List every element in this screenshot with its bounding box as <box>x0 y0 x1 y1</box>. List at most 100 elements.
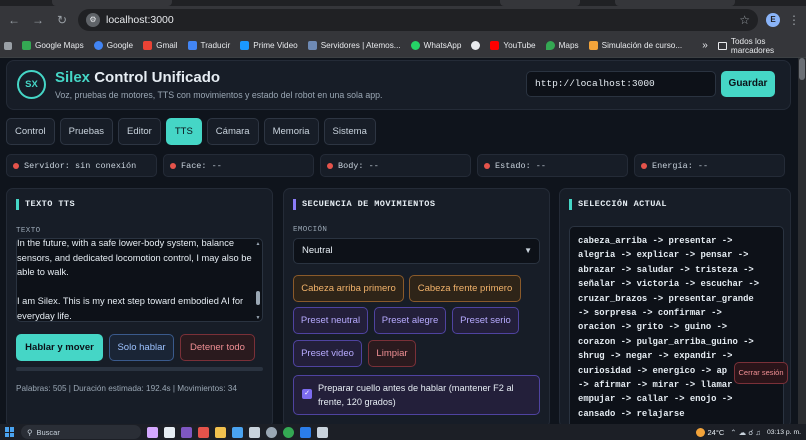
sun-icon <box>695 427 705 437</box>
head-up-first-button[interactable]: Cabeza arriba primero <box>293 275 404 302</box>
apps-icon[interactable] <box>4 41 12 50</box>
emotion-select[interactable]: Neutral ▼ <box>293 238 540 264</box>
main-tabs: Control Pruebas Editor TTS Cámara Memori… <box>6 118 376 145</box>
status-dot-icon <box>13 162 19 169</box>
status-server: Servidor: sin conexión <box>6 154 157 177</box>
bookmark-item[interactable]: Traducir <box>187 41 230 50</box>
taskbar-app-icon[interactable] <box>266 426 277 438</box>
scroll-down-icon[interactable]: ▼ <box>255 315 261 321</box>
page-scrollbar[interactable] <box>798 58 806 424</box>
textarea-scrollbar[interactable]: ▲ ▼ <box>255 241 261 321</box>
tts-text[interactable]: In the future, with a safe lower-body sy… <box>17 239 253 321</box>
bookmark-star-icon[interactable]: ☆ <box>739 13 750 27</box>
taskbar: ⚲ Buscar 24°C ⌃ ☁ ☌ ♫ 03:13 p. m. <box>0 424 806 440</box>
server-url-input[interactable]: http://localhost:3000 <box>526 71 716 97</box>
page-title: Silex Control Unificado <box>55 69 220 86</box>
head-front-first-button[interactable]: Cabeza frente primero <box>409 275 521 302</box>
status-dot-icon <box>484 162 490 169</box>
status-row: Servidor: sin conexión Face: -- Body: --… <box>6 154 785 177</box>
menu-icon[interactable]: ⋮ <box>788 13 800 27</box>
tab-strip <box>0 0 806 6</box>
bookmark-item[interactable]: Google Maps <box>22 41 84 50</box>
app-viewport: SX Silex Control Unificado Voz, pruebas … <box>0 58 798 424</box>
bookmark-favicon-icon <box>22 41 31 50</box>
profile-avatar[interactable]: E <box>766 13 780 27</box>
vscode-icon[interactable] <box>300 426 311 438</box>
preset-serious-button[interactable]: Preset serio <box>452 307 519 334</box>
speak-only-button[interactable]: Solo hablar <box>109 334 174 361</box>
taskbar-app-icon[interactable] <box>249 426 260 438</box>
status-body: Body: -- <box>320 154 471 177</box>
scroll-up-icon[interactable]: ▲ <box>255 241 261 247</box>
bookmark-item[interactable]: Maps <box>545 41 579 50</box>
site-info-icon[interactable]: ⚙ <box>86 13 100 27</box>
taskbar-app-icon[interactable] <box>164 426 175 438</box>
prepare-neck-option[interactable]: ✓ Preparar cuello antes de hablar (mante… <box>293 375 540 415</box>
bookmark-item[interactable]: Simulación de curso... <box>588 41 682 50</box>
system-tray[interactable]: ⌃ ☁ ☌ ♫ <box>730 428 761 437</box>
browser-tab[interactable] <box>52 0 172 6</box>
clock[interactable]: 03:13 p. m. <box>767 429 801 436</box>
tab-tts[interactable]: TTS <box>165 118 202 145</box>
checkbox-checked-icon[interactable]: ✓ <box>302 389 312 399</box>
scroll-thumb[interactable] <box>256 291 260 305</box>
browser-toolbar: ← → ↻ ⚙ localhost:3000 ☆ E ⋮ <box>0 6 806 34</box>
file-explorer-icon[interactable] <box>215 426 226 438</box>
bookmark-favicon-icon <box>143 41 153 50</box>
bookmark-favicon-icon <box>187 41 197 50</box>
weather-widget[interactable]: 24°C <box>695 427 724 437</box>
tab-editor[interactable]: Editor <box>118 118 161 145</box>
tab-sistema[interactable]: Sistema <box>323 118 376 145</box>
youtube-icon <box>490 41 500 50</box>
tab-control[interactable]: Control <box>6 118 55 145</box>
copilot-icon[interactable] <box>181 426 192 438</box>
maps-icon <box>545 41 555 50</box>
bookmark-item[interactable] <box>471 41 481 50</box>
search-icon: ⚲ <box>27 427 33 437</box>
page-scroll-thumb[interactable] <box>799 58 805 80</box>
back-icon[interactable]: ← <box>6 12 22 28</box>
status-dot-icon <box>327 162 333 169</box>
taskbar-app-icon[interactable] <box>147 426 158 438</box>
browser-tab[interactable] <box>500 0 580 6</box>
bookmark-favicon-icon <box>93 41 103 50</box>
tab-memoria[interactable]: Memoria <box>263 118 319 145</box>
chrome-icon[interactable] <box>283 426 294 438</box>
forward-icon[interactable]: → <box>30 12 46 28</box>
clear-button[interactable]: Limpiar <box>368 340 416 367</box>
status-dot-icon <box>170 162 176 169</box>
all-bookmarks-folder[interactable]: Todos los marcadores <box>717 37 802 55</box>
tts-panel-title: TEXTO TTS <box>16 199 75 210</box>
windows-start-icon[interactable] <box>5 427 15 437</box>
save-button[interactable]: Guardar <box>721 71 775 97</box>
taskbar-app-icon[interactable] <box>317 426 328 438</box>
tts-textarea[interactable]: In the future, with a safe lower-body sy… <box>16 238 263 322</box>
bookmark-item[interactable]: WhatsApp <box>410 41 461 50</box>
title-rest: Control Unificado <box>90 69 221 86</box>
bookmark-item[interactable]: Servidores | Atemos... <box>307 41 401 50</box>
logout-toast[interactable]: Cerrar sesión <box>734 362 788 384</box>
taskbar-search[interactable]: ⚲ Buscar <box>21 425 141 439</box>
more-bookmarks-button[interactable]: » <box>702 40 708 51</box>
taskbar-app-icon[interactable] <box>232 426 243 438</box>
browser-tab[interactable] <box>615 0 735 6</box>
reload-icon[interactable]: ↻ <box>54 12 70 28</box>
bookmark-favicon-icon <box>471 41 481 50</box>
tab-camara[interactable]: Cámara <box>206 118 259 145</box>
sequence-panel: SECUENCIA DE MOVIMIENTOS EMOCIÓN Neutral… <box>283 188 550 424</box>
stop-all-button[interactable]: Detener todo <box>180 334 255 361</box>
bookmark-favicon-icon <box>240 41 250 50</box>
tab-pruebas[interactable]: Pruebas <box>59 118 114 145</box>
bookmark-item[interactable]: Google <box>93 41 133 50</box>
bookmark-favicon-icon <box>410 41 420 50</box>
bookmark-item[interactable]: YouTube <box>490 41 536 50</box>
taskbar-app-icon[interactable] <box>198 426 209 438</box>
bookmark-item[interactable]: Gmail <box>143 41 178 50</box>
bookmark-item[interactable]: Prime Video <box>240 41 298 50</box>
address-url[interactable]: localhost:3000 <box>106 14 733 26</box>
preset-video-button[interactable]: Preset video <box>293 340 362 367</box>
speak-move-button[interactable]: Hablar y mover <box>16 334 103 361</box>
preset-happy-button[interactable]: Preset alegre <box>374 307 446 334</box>
address-bar[interactable]: ⚙ localhost:3000 ☆ <box>78 9 758 31</box>
preset-neutral-button[interactable]: Preset neutral <box>293 307 368 334</box>
